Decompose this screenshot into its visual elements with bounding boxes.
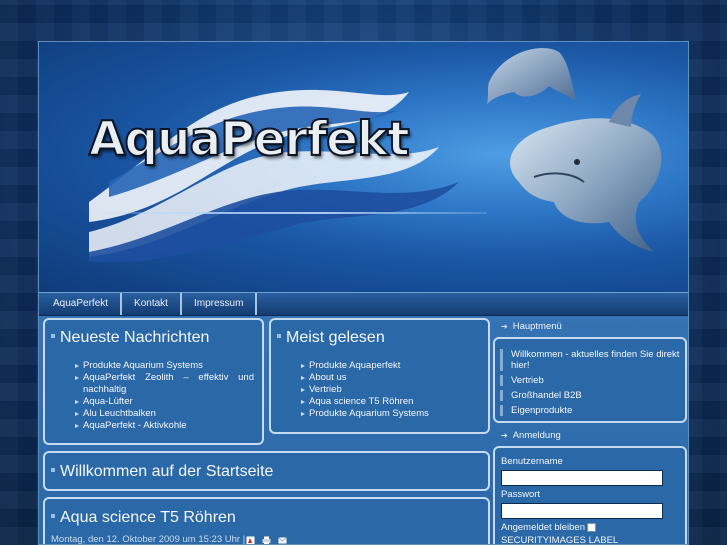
article-module: Aqua science T5 Röhren Montag, den 12. O…: [43, 497, 490, 545]
bullet-icon: [51, 513, 55, 518]
header-banner: AquaPerfekt: [39, 42, 688, 292]
menu-item-kontakt[interactable]: Kontakt: [122, 293, 182, 315]
news-item[interactable]: AquaPerfekt Zeolith – effektiv und nachh…: [73, 372, 254, 396]
main-menu-heading: ➔ Hauptmenü: [501, 321, 562, 332]
username-label: Benutzername: [501, 456, 563, 467]
logo-underline: [87, 212, 487, 214]
pdf-icon[interactable]: [246, 536, 255, 545]
news-item[interactable]: Alu Leuchtbalken: [73, 408, 254, 420]
popular-item[interactable]: Aqua science T5 Röhren: [299, 396, 480, 408]
news-item[interactable]: Aqua-Lüfter: [73, 396, 254, 408]
popular-item[interactable]: Vertrieb: [299, 384, 480, 396]
most-read-module: Meist gelesen Produkte Aquaperfekt About…: [269, 318, 490, 434]
popular-item[interactable]: About us: [299, 372, 480, 384]
remember-checkbox[interactable]: [587, 523, 596, 532]
main-menu-item[interactable]: Großhandel B2B: [500, 390, 680, 401]
bullet-icon: [277, 333, 281, 338]
content-area: Neueste Nachrichten Produkte Aquarium Sy…: [39, 316, 688, 545]
dolphin-image: [487, 47, 662, 252]
arrow-icon: ➔: [501, 431, 508, 440]
email-icon[interactable]: [278, 536, 287, 545]
menu-item-aquaperfekt[interactable]: AquaPerfekt: [39, 293, 123, 315]
main-menu-module: Willkommen - aktuelles finden Sie direkt…: [493, 337, 687, 423]
news-item[interactable]: AquaPerfekt - Aktivkohle: [73, 420, 254, 432]
welcome-title: Willkommen auf der Startseite: [51, 463, 273, 481]
login-heading: ➔ Anmeldung: [501, 430, 561, 441]
remember-label: Angemeldet bleiben: [501, 522, 585, 533]
latest-news-list: Produkte Aquarium Systems AquaPerfekt Ze…: [73, 360, 254, 432]
main-menu-item[interactable]: Willkommen - aktuelles finden Sie direkt…: [500, 349, 680, 371]
password-label: Passwort: [501, 489, 541, 500]
most-read-list: Produkte Aquaperfekt About us Vertrieb A…: [299, 360, 480, 420]
site-logo[interactable]: AquaPerfekt: [88, 111, 411, 168]
article-date: Montag, den 12. Oktober 2009 um 15:23 Uh…: [51, 534, 246, 545]
popular-item[interactable]: Produkte Aquaperfekt: [299, 360, 480, 372]
print-icon[interactable]: [262, 536, 271, 545]
news-item[interactable]: Produkte Aquarium Systems: [73, 360, 254, 372]
main-menu-item[interactable]: Eigenprodukte: [500, 405, 680, 416]
username-input[interactable]: [501, 470, 663, 486]
main-menu-list: Willkommen - aktuelles finden Sie direkt…: [500, 349, 680, 420]
welcome-module: Willkommen auf der Startseite: [43, 451, 490, 491]
site-frame: AquaPerfekt AquaPerfekt Kontakt Impressu…: [38, 41, 689, 545]
latest-news-title: Neueste Nachrichten: [51, 329, 209, 347]
password-input[interactable]: [501, 503, 663, 519]
security-images-label: SECURITYIMAGES LABEL: [501, 535, 619, 545]
menu-item-impressum[interactable]: Impressum: [182, 293, 258, 315]
bullet-icon: [51, 333, 55, 338]
article-title[interactable]: Aqua science T5 Röhren: [51, 509, 236, 527]
main-menu-item[interactable]: Vertrieb: [500, 375, 680, 386]
most-read-title: Meist gelesen: [277, 329, 385, 347]
bullet-icon: [51, 467, 55, 472]
login-module: Benutzername Passwort Angemeldet bleiben…: [493, 446, 687, 545]
arrow-icon: ➔: [501, 322, 508, 331]
popular-item[interactable]: Produkte Aquarium Systems: [299, 408, 480, 420]
main-menu-bar: AquaPerfekt Kontakt Impressum: [39, 292, 688, 316]
latest-news-module: Neueste Nachrichten Produkte Aquarium Sy…: [43, 318, 264, 445]
